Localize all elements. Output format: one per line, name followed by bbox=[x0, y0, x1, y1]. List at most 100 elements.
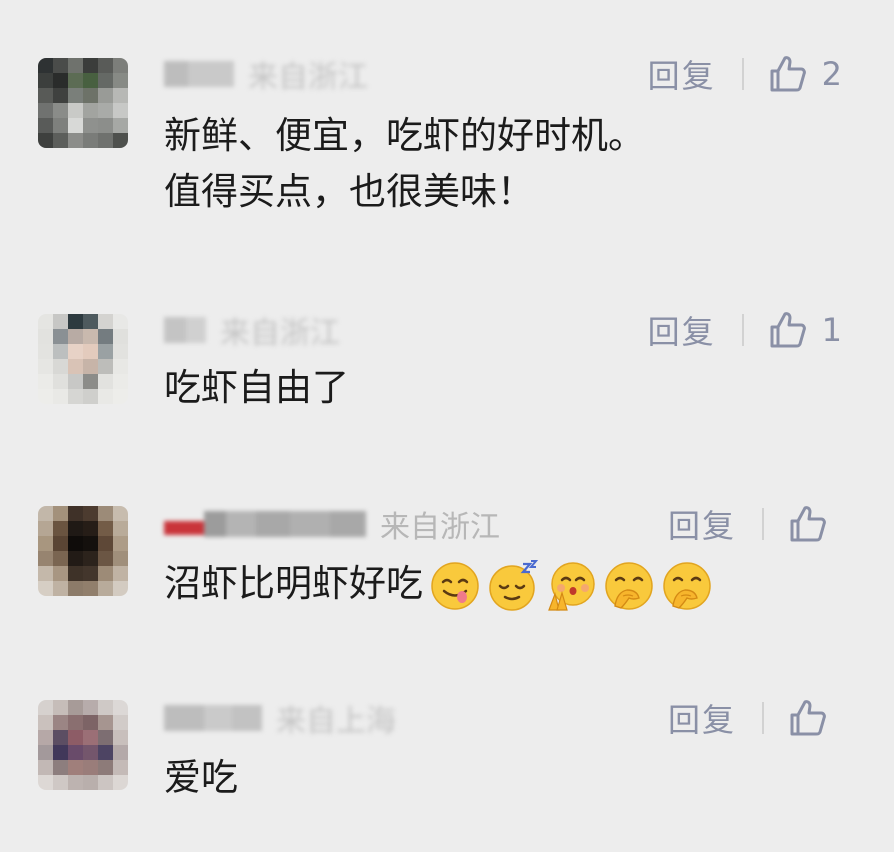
avatar-pixel bbox=[113, 374, 128, 389]
avatar-pixel bbox=[98, 118, 113, 133]
avatar-pixel bbox=[68, 775, 83, 790]
reply-button[interactable]: 回复 bbox=[648, 51, 716, 97]
giggle-emoji-icon bbox=[663, 561, 711, 610]
avatar-pixel bbox=[98, 536, 113, 551]
comment-item: 来自上海 回复 爱吃 bbox=[0, 680, 894, 852]
location-label: 来自上海 bbox=[276, 704, 396, 739]
like-button[interactable] bbox=[788, 698, 842, 738]
avatar-pixel bbox=[68, 58, 83, 73]
avatar-pixel bbox=[38, 700, 53, 715]
avatar-pixel bbox=[98, 521, 113, 536]
avatar-pixel bbox=[113, 760, 128, 775]
avatar[interactable] bbox=[38, 314, 128, 404]
avatar-pixel bbox=[98, 581, 113, 596]
avatar-pixel bbox=[113, 581, 128, 596]
avatar-pixel bbox=[68, 730, 83, 745]
avatar-pixel bbox=[98, 566, 113, 581]
reply-button[interactable]: 回复 bbox=[668, 501, 736, 547]
avatar-pixel bbox=[98, 88, 113, 103]
avatar-pixel bbox=[98, 314, 113, 329]
avatar-pixel bbox=[83, 760, 98, 775]
like-count: 1 bbox=[821, 311, 842, 349]
location-label: 来自浙江 bbox=[220, 316, 340, 351]
avatar-pixel bbox=[53, 521, 68, 536]
comment-text: 沼虾比明虾好吃 bbox=[164, 556, 719, 612]
avatar-pixel bbox=[68, 329, 83, 344]
location-label: 来自浙江 bbox=[380, 510, 500, 545]
location-label: 来自浙江 bbox=[248, 60, 368, 95]
avatar-pixel bbox=[38, 536, 53, 551]
avatar-pixel bbox=[53, 133, 68, 148]
avatar-pixel bbox=[83, 359, 98, 374]
avatar-pixel bbox=[53, 730, 68, 745]
avatar-pixel bbox=[38, 359, 53, 374]
avatar[interactable] bbox=[38, 506, 128, 596]
avatar-pixel bbox=[53, 88, 68, 103]
comment-line: 爱吃 bbox=[164, 756, 238, 799]
avatar-pixel bbox=[68, 506, 83, 521]
avatar-pixel bbox=[38, 374, 53, 389]
avatar-pixel bbox=[98, 760, 113, 775]
avatar-pixel bbox=[53, 566, 68, 581]
avatar-pixel bbox=[83, 314, 98, 329]
reply-button[interactable]: 回复 bbox=[648, 307, 716, 353]
avatar[interactable] bbox=[38, 58, 128, 148]
avatar-pixel bbox=[53, 760, 68, 775]
avatar-pixel bbox=[113, 536, 128, 551]
avatar-pixel bbox=[83, 745, 98, 760]
sleepy-emoji-icon bbox=[489, 559, 539, 611]
comment-actions: 回复 bbox=[668, 694, 842, 742]
username-masked[interactable] bbox=[164, 509, 366, 539]
avatar-pixel bbox=[38, 314, 53, 329]
avatar-pixel bbox=[38, 329, 53, 344]
avatar-pixel bbox=[83, 730, 98, 745]
username-masked[interactable] bbox=[164, 703, 262, 733]
avatar-pixel bbox=[68, 551, 83, 566]
like-button[interactable]: 1 bbox=[768, 310, 842, 350]
thumbs-up-icon bbox=[790, 700, 826, 736]
avatar-pixel bbox=[98, 344, 113, 359]
avatar-pixel bbox=[38, 521, 53, 536]
avatar-pixel bbox=[68, 103, 83, 118]
avatar-pixel bbox=[113, 58, 128, 73]
avatar-pixel bbox=[113, 103, 128, 118]
divider bbox=[741, 58, 744, 90]
grateful-emoji-icon bbox=[548, 561, 595, 611]
comment-text: 吃虾自由了 bbox=[164, 360, 349, 416]
avatar-pixel bbox=[83, 58, 98, 73]
avatar-pixel bbox=[83, 133, 98, 148]
avatar-pixel bbox=[68, 344, 83, 359]
avatar-pixel bbox=[98, 775, 113, 790]
avatar-pixel bbox=[38, 566, 53, 581]
avatar-pixel bbox=[113, 566, 128, 581]
reply-button[interactable]: 回复 bbox=[668, 695, 736, 741]
avatar-pixel bbox=[98, 389, 113, 404]
username-masked[interactable] bbox=[164, 315, 206, 345]
avatar-pixel bbox=[38, 551, 53, 566]
like-button[interactable] bbox=[788, 504, 842, 544]
avatar-pixel bbox=[83, 73, 98, 88]
avatar-pixel bbox=[98, 551, 113, 566]
avatar-pixel bbox=[113, 314, 128, 329]
avatar-pixel bbox=[98, 359, 113, 374]
avatar-pixel bbox=[53, 103, 68, 118]
avatar-pixel bbox=[83, 103, 98, 118]
avatar-pixel bbox=[38, 745, 53, 760]
username-masked[interactable] bbox=[164, 59, 234, 89]
avatar-pixel bbox=[38, 775, 53, 790]
avatar-pixel bbox=[68, 521, 83, 536]
avatar[interactable] bbox=[38, 700, 128, 790]
like-button[interactable]: 2 bbox=[768, 54, 842, 94]
avatar-pixel bbox=[53, 506, 68, 521]
avatar-pixel bbox=[83, 374, 98, 389]
avatar-pixel bbox=[113, 551, 128, 566]
yummy-emoji-icon bbox=[431, 561, 479, 610]
avatar-pixel bbox=[53, 581, 68, 596]
avatar-pixel bbox=[98, 374, 113, 389]
avatar-pixel bbox=[83, 581, 98, 596]
avatar-pixel bbox=[38, 715, 53, 730]
avatar-pixel bbox=[53, 775, 68, 790]
avatar-pixel bbox=[53, 536, 68, 551]
avatar-pixel bbox=[68, 760, 83, 775]
avatar-pixel bbox=[83, 329, 98, 344]
